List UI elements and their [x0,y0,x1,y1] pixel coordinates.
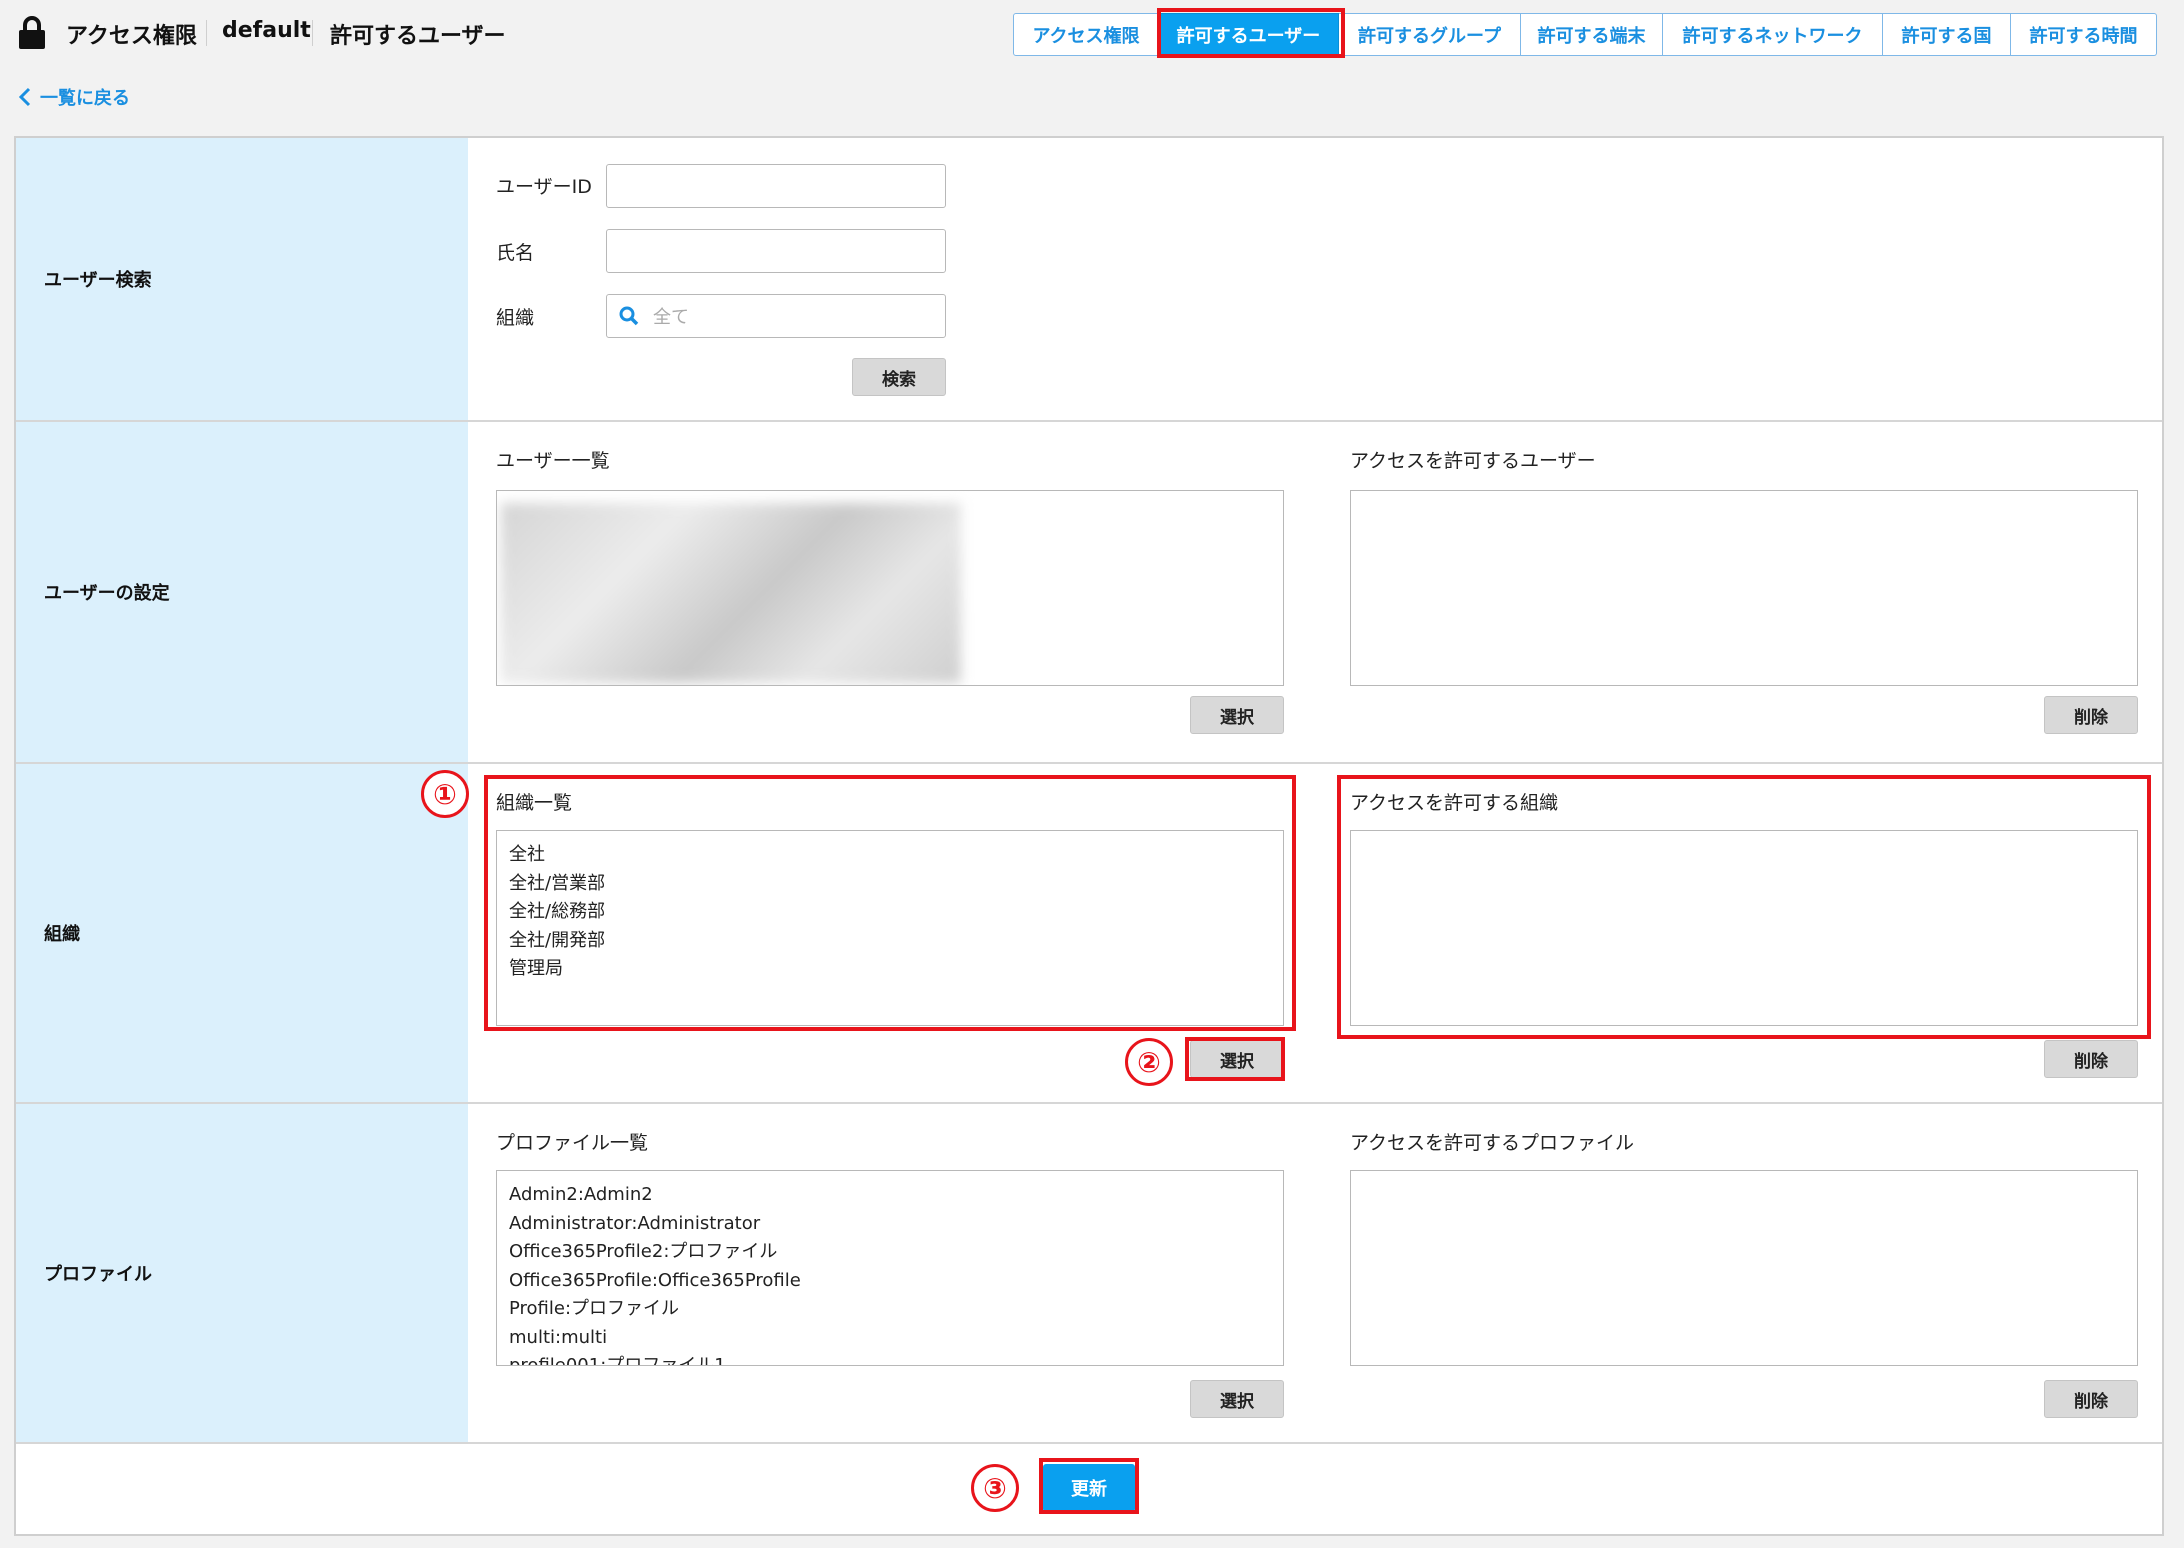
chevron-left-icon [18,87,31,107]
list-item[interactable]: 全社/営業部 [509,870,1271,899]
allowed-users-label: アクセスを許可するユーザー [1350,450,1596,472]
breadcrumb-page: 許可するユーザー [330,24,506,49]
profile-select-button[interactable]: 選択 [1190,1380,1284,1418]
row-user-settings: ユーザーの設定 ユーザー一覧 選択 アクセスを許可するユーザー 削除 [16,422,2162,764]
list-item[interactable]: 管理局 [509,955,1271,984]
search-icon [619,306,639,326]
allowed-profiles-label: アクセスを許可するプロファイル [1350,1132,1635,1154]
user-list-box[interactable] [496,490,1284,686]
tab-allowed-groups[interactable]: 許可するグループ [1339,13,1521,56]
list-item[interactable]: Administrator:Administrator [509,1210,1271,1239]
search-button[interactable]: 検索 [852,358,946,396]
tab-allowed-users[interactable]: 許可するユーザー [1159,13,1339,56]
breadcrumb-title: アクセス権限 [66,24,197,49]
list-item[interactable]: profile001:プロファイル1 [509,1352,1271,1365]
row-label-organization: 組織 [16,764,468,1102]
allowed-orgs-label: アクセスを許可する組織 [1350,792,1559,814]
user-list-label: ユーザー一覧 [496,450,610,472]
org-list-box[interactable]: 全社 全社/営業部 全社/総務部 全社/開発部 管理局 [496,830,1284,1026]
org-delete-button[interactable]: 削除 [2044,1040,2138,1078]
row-user-search: ユーザー検索 ユーザーID 氏名 組織 全て 検索 [16,138,2162,422]
name-input[interactable] [606,229,946,273]
user-select-button[interactable]: 選択 [1190,696,1284,734]
top-bar: アクセス権限 default 許可するユーザー アクセス権限 許可するユーザー … [0,0,2184,68]
user-id-label: ユーザーID [496,176,592,198]
org-list-label: 組織一覧 [496,792,573,814]
tab-access-rights[interactable]: アクセス権限 [1013,13,1159,56]
list-item[interactable]: 全社/総務部 [509,898,1271,927]
profile-delete-button[interactable]: 削除 [2044,1380,2138,1418]
organization-content: 組織一覧 全社 全社/営業部 全社/総務部 全社/開発部 管理局 選択 アクセス… [468,764,2162,1102]
org-search-input[interactable]: 全て [606,294,946,338]
user-delete-button[interactable]: 削除 [2044,696,2138,734]
user-id-input[interactable] [606,164,946,208]
allowed-users-box[interactable] [1350,490,2138,686]
list-item[interactable]: Office365Profile2:プロファイル [509,1238,1271,1267]
org-placeholder: 全て [653,307,689,328]
list-item[interactable]: 全社 [509,841,1271,870]
row-label-profile: プロファイル [16,1104,468,1442]
breadcrumb-divider [312,20,313,46]
step-1-badge: ① [421,770,469,818]
profile-content: プロファイル一覧 Admin2:Admin2 Administrator:Adm… [468,1104,2162,1442]
list-item[interactable]: Office365Profile:Office365Profile [509,1267,1271,1296]
row-profile: プロファイル プロファイル一覧 Admin2:Admin2 Administra… [16,1104,2162,1444]
breadcrumb-policy: default [222,18,311,43]
list-item[interactable]: Admin2:Admin2 [509,1181,1271,1210]
blurred-user-list [501,503,961,683]
allowed-profiles-box[interactable] [1350,1170,2138,1366]
list-item[interactable]: Profile:プロファイル [509,1295,1271,1324]
breadcrumb-divider [206,20,207,46]
tab-allowed-countries[interactable]: 許可する国 [1883,13,2011,56]
profile-list-label: プロファイル一覧 [496,1132,649,1154]
update-button[interactable]: 更新 [1043,1464,1135,1512]
row-label-user-settings: ユーザーの設定 [16,422,468,762]
row-label-user-search: ユーザー検索 [16,138,468,420]
tab-allowed-times[interactable]: 許可する時間 [2011,13,2157,56]
allowed-orgs-box[interactable] [1350,830,2138,1026]
org-label: 組織 [496,307,535,329]
org-select-button[interactable]: 選択 [1190,1040,1284,1078]
step-2-badge: ② [1125,1038,1173,1086]
list-item[interactable]: multi:multi [509,1324,1271,1353]
tab-allowed-devices[interactable]: 許可する端末 [1521,13,1663,56]
back-link-label: 一覧に戻る [40,88,130,109]
row-organization: 組織 組織一覧 全社 全社/営業部 全社/総務部 全社/開発部 管理局 選択 ア… [16,764,2162,1104]
settings-panel: ユーザー検索 ユーザーID 氏名 組織 全て 検索 ユーザーの設定 ユーザー一覧 [14,136,2164,1536]
lock-icon [19,16,45,49]
tab-bar: アクセス権限 許可するユーザー 許可するグループ 許可する端末 許可するネットワ… [1013,13,2157,56]
list-item[interactable]: 全社/開発部 [509,927,1271,956]
user-search-content: ユーザーID 氏名 組織 全て 検索 [468,138,2162,420]
profile-list-box[interactable]: Admin2:Admin2 Administrator:Administrato… [496,1170,1284,1366]
name-label: 氏名 [496,242,535,264]
user-settings-content: ユーザー一覧 選択 アクセスを許可するユーザー 削除 [468,422,2162,762]
step-3-badge: ③ [971,1464,1019,1512]
back-to-list-link[interactable]: 一覧に戻る [18,84,130,110]
tab-allowed-networks[interactable]: 許可するネットワーク [1663,13,1883,56]
